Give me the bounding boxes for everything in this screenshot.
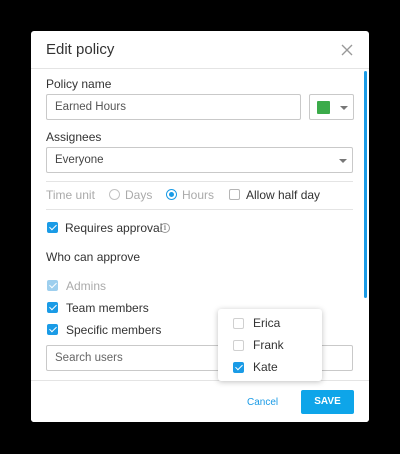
radio-days-label: Days: [125, 188, 153, 202]
dropdown-item-erica[interactable]: Erica: [218, 312, 322, 334]
kate-checkbox[interactable]: [233, 362, 244, 373]
close-button[interactable]: [338, 41, 356, 59]
team-members-label: Team members: [66, 301, 149, 315]
allow-half-day-label: Allow half day: [246, 188, 321, 202]
requires-approval-checkbox[interactable]: [47, 222, 58, 233]
divider: [46, 181, 353, 182]
who-can-approve-label: Who can approve: [46, 250, 141, 264]
chevron-down-icon: [340, 106, 348, 110]
assignees-label: Assignees: [46, 130, 102, 144]
divider: [46, 209, 353, 210]
erica-checkbox[interactable]: [233, 318, 244, 329]
specific-members-checkbox[interactable]: [47, 324, 58, 335]
admins-label: Admins: [66, 279, 107, 293]
team-members-checkbox[interactable]: [47, 302, 58, 313]
admins-checkbox: [47, 280, 58, 291]
color-swatch: [317, 101, 330, 114]
allow-half-day-checkbox[interactable]: [229, 189, 240, 200]
radio-days[interactable]: [109, 189, 120, 200]
close-icon: [341, 44, 353, 56]
scrollbar[interactable]: [364, 71, 367, 298]
color-picker[interactable]: [309, 94, 354, 120]
frank-checkbox[interactable]: [233, 340, 244, 351]
save-button[interactable]: SAVE: [301, 390, 354, 414]
dropdown-item-label: Erica: [253, 316, 281, 330]
radio-hours[interactable]: [166, 189, 177, 200]
policy-name-label: Policy name: [46, 77, 112, 91]
modal-header: Edit policy: [31, 31, 369, 69]
modal-title: Edit policy: [46, 41, 115, 58]
users-dropdown: Erica Frank Kate: [218, 309, 322, 381]
dropdown-item-label: Frank: [253, 338, 284, 352]
chevron-down-icon: [339, 159, 347, 163]
assignees-value: Everyone: [55, 154, 104, 166]
time-unit-label: Time unit: [46, 188, 95, 202]
policy-name-input[interactable]: [46, 94, 301, 120]
dropdown-item-kate[interactable]: Kate: [218, 356, 322, 378]
modal-footer: Cancel SAVE: [31, 380, 369, 422]
info-icon[interactable]: i: [160, 223, 170, 233]
specific-members-label: Specific members: [66, 323, 162, 337]
requires-approval-label: Requires approval: [65, 221, 163, 235]
dropdown-item-label: Kate: [253, 360, 278, 374]
cancel-button[interactable]: Cancel: [247, 397, 278, 408]
dropdown-item-frank[interactable]: Frank: [218, 334, 322, 356]
radio-hours-label: Hours: [182, 188, 215, 202]
assignees-select[interactable]: Everyone: [46, 147, 353, 173]
